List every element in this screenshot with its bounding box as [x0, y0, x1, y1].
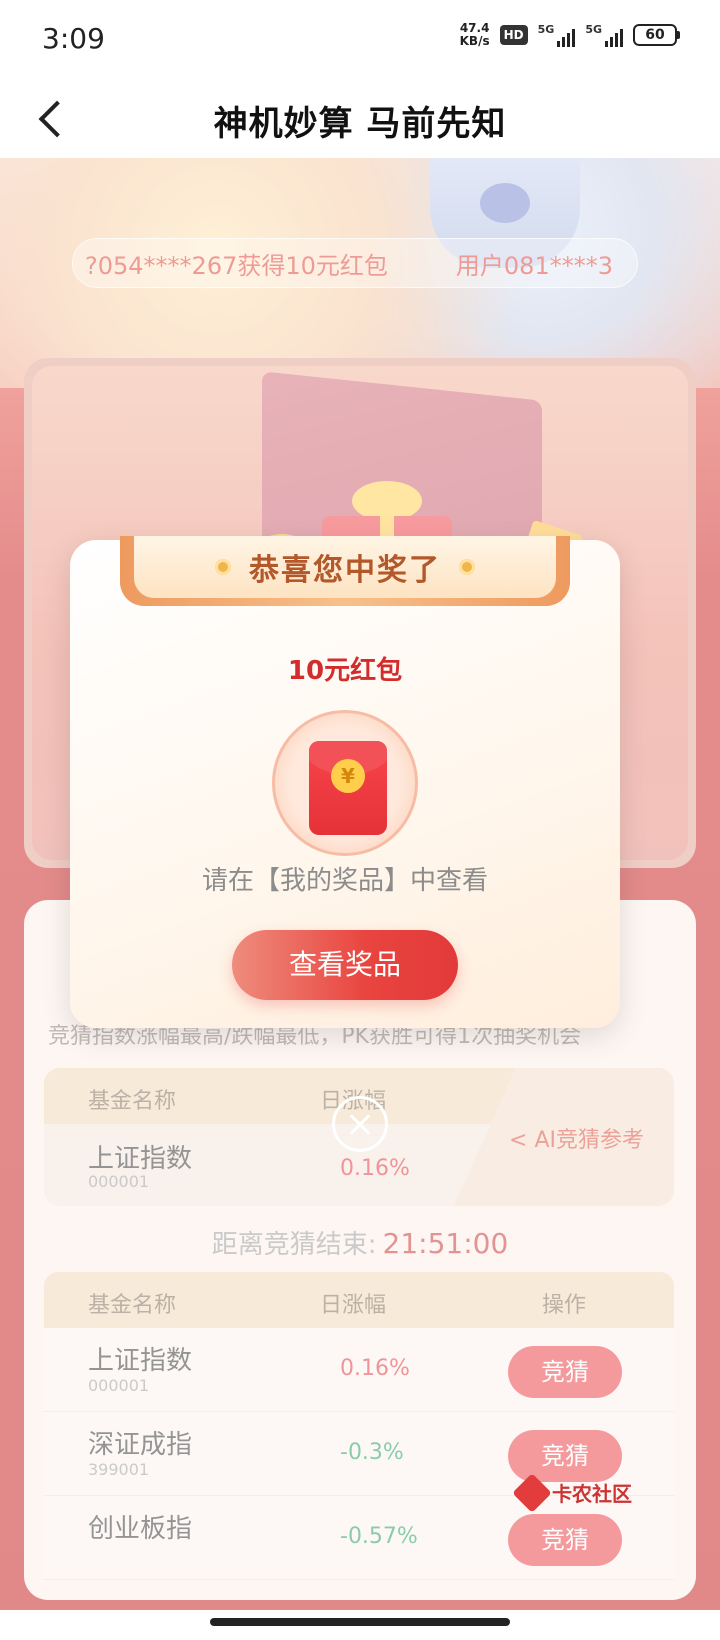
watermark-logo-icon: [512, 1472, 552, 1513]
ribbon-dot-icon: [459, 559, 475, 575]
yuan-coin-icon: ¥: [331, 759, 365, 793]
battery-icon: 60: [633, 24, 680, 46]
status-time: 3:09: [42, 22, 105, 55]
signal-label: 5G: [537, 23, 555, 36]
hd-icon: HD: [499, 25, 528, 45]
red-envelope-icon: ¥: [309, 741, 387, 835]
modal-title: 恭喜您中奖了: [249, 553, 441, 588]
network-speed: 47.4 KB/s: [460, 22, 490, 48]
page-title: 神机妙算 马前先知: [213, 104, 507, 144]
network-speed-unit: KB/s: [459, 34, 490, 48]
status-bar: 3:09 47.4 KB/s HD 5G 5G 60: [0, 0, 720, 78]
watermark: 卡农社区: [512, 1472, 632, 1513]
prize-modal: 恭喜您中奖了 10元红包 ¥ 请在【我的奖品】中查看 查看奖品: [70, 536, 620, 1028]
watermark-text: 卡农社区: [552, 1482, 632, 1506]
home-indicator[interactable]: [210, 1618, 510, 1626]
view-prize-button[interactable]: 查看奖品: [232, 930, 458, 1000]
close-icon[interactable]: [332, 1096, 388, 1152]
ribbon-dot-icon: [215, 559, 231, 575]
signal-icon: 5G: [585, 23, 623, 47]
system-nav-bar: [0, 1610, 720, 1640]
modal-ribbon: 恭喜您中奖了: [120, 536, 570, 606]
prize-name: 10元红包: [287, 656, 403, 686]
ribbon-front: 恭喜您中奖了: [134, 536, 556, 598]
battery-level: 60: [633, 24, 677, 46]
prize-hint: 请在【我的奖品】中查看: [201, 866, 488, 896]
prize-icon-circle: ¥: [272, 710, 418, 856]
status-icons: 47.4 KB/s HD 5G 5G 60: [460, 22, 680, 48]
signal-label: 5G: [585, 23, 602, 36]
signal-icon: 5G: [538, 23, 576, 47]
app-header: 神机妙算 马前先知: [0, 78, 720, 158]
